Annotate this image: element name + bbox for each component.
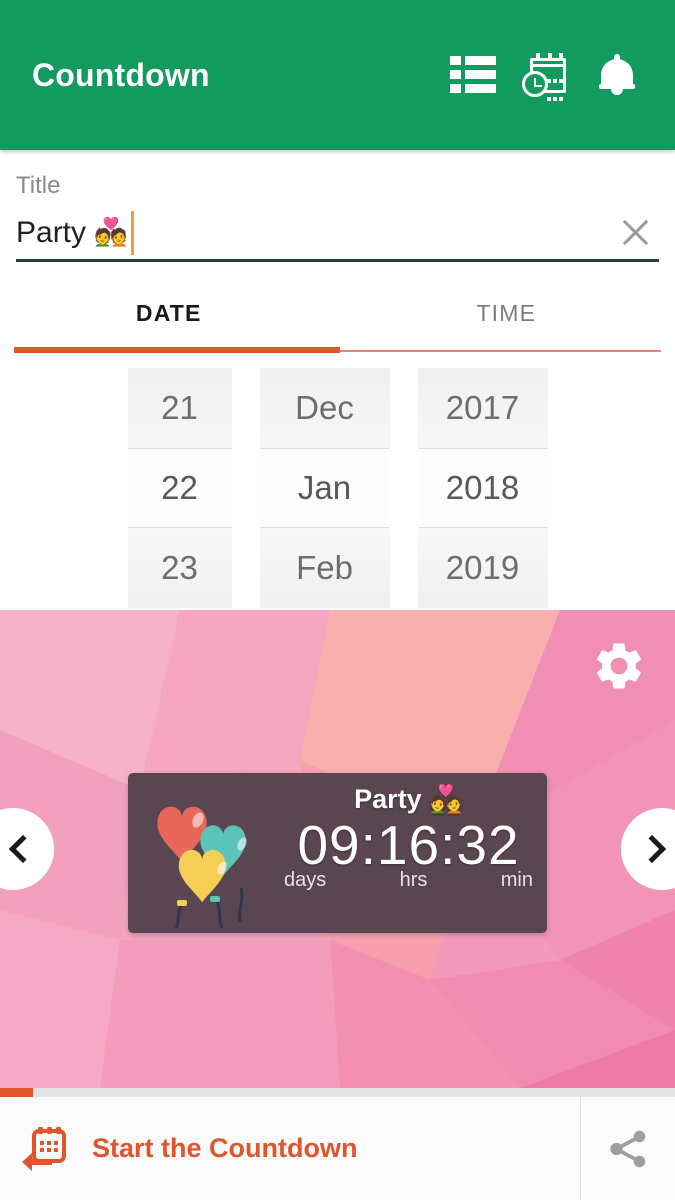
- start-countdown-label: Start the Countdown: [92, 1133, 358, 1163]
- year-option-below[interactable]: 2019: [417, 528, 548, 608]
- app-screen: Countdown Title Party 💑 DATE TIME 21 22 …: [0, 0, 675, 1200]
- tab-time-label: TIME: [476, 300, 537, 326]
- app-bar-actions: [437, 39, 675, 111]
- chevron-left-icon: [8, 834, 38, 864]
- month-column[interactable]: Dec Jan Feb: [259, 368, 390, 610]
- couple-emoji: 💑: [94, 217, 128, 247]
- scroll-thumb[interactable]: [0, 1088, 33, 1097]
- unit-minutes: min: [500, 868, 533, 891]
- app-title: Countdown: [32, 56, 210, 93]
- year-option-selected[interactable]: 2018: [417, 448, 548, 528]
- countdown-widget-card[interactable]: Party 💑 09:16:32 days hrs min: [128, 773, 547, 933]
- widget-preview: Party 💑 09:16:32 days hrs min: [0, 610, 675, 1088]
- date-picker: 21 22 23 Dec Jan Feb 2017 2018 2019: [0, 368, 675, 610]
- tab-time[interactable]: TIME: [338, 288, 675, 358]
- title-input[interactable]: Party 💑: [16, 210, 134, 255]
- tab-date-label: DATE: [135, 300, 202, 326]
- day-column[interactable]: 21 22 23: [127, 368, 232, 610]
- tab-active-indicator: [14, 347, 340, 353]
- bell-icon: [597, 53, 637, 97]
- title-field-section: Title Party 💑: [0, 150, 675, 262]
- list-button[interactable]: [437, 39, 509, 111]
- year-column[interactable]: 2017 2018 2019: [417, 368, 548, 610]
- share-button[interactable]: [580, 1097, 675, 1200]
- widget-title: Party 💑: [278, 783, 539, 815]
- scroll-track[interactable]: [0, 1088, 675, 1097]
- widget-settings-button[interactable]: [591, 638, 647, 694]
- day-option-above[interactable]: 21: [127, 368, 232, 448]
- heart-balloons-icon: [157, 806, 247, 928]
- widget-countdown-time: 09:16:32: [297, 814, 520, 876]
- clear-title-button[interactable]: [617, 215, 653, 251]
- widget-title-emoji: 💑: [429, 784, 463, 814]
- list-icon: [450, 56, 496, 94]
- unit-days: days: [284, 868, 327, 891]
- gear-icon: [597, 643, 641, 689]
- year-option-above[interactable]: 2017: [417, 368, 548, 448]
- notifications-button[interactable]: [581, 39, 653, 111]
- app-bar: Countdown: [0, 0, 675, 150]
- bottom-bar: Start the Countdown: [0, 1097, 675, 1200]
- calendar-clock-icon: [522, 53, 568, 101]
- widget-text-block: Party 💑 09:16:32 days hrs min: [278, 783, 539, 892]
- chevron-right-icon: [637, 834, 667, 864]
- month-option-selected[interactable]: Jan: [259, 448, 390, 528]
- month-option-below[interactable]: Feb: [259, 528, 390, 608]
- title-input-text: Party: [16, 215, 87, 249]
- calendar-clock-button[interactable]: [509, 39, 581, 111]
- widget-title-text: Party: [354, 784, 422, 814]
- widget-unit-labels: days hrs min: [278, 869, 539, 892]
- start-countdown-button[interactable]: Start the Countdown: [0, 1097, 580, 1200]
- day-option-below[interactable]: 23: [127, 528, 232, 608]
- share-icon: [610, 1130, 646, 1167]
- unit-hours: hrs: [399, 868, 428, 891]
- countdown-calendar-icon: [22, 1126, 66, 1171]
- text-caret: [130, 210, 134, 255]
- month-option-above[interactable]: Dec: [259, 368, 390, 448]
- title-label: Title: [16, 172, 61, 199]
- title-input-row[interactable]: Party 💑: [16, 206, 659, 262]
- day-option-selected[interactable]: 22: [127, 448, 232, 528]
